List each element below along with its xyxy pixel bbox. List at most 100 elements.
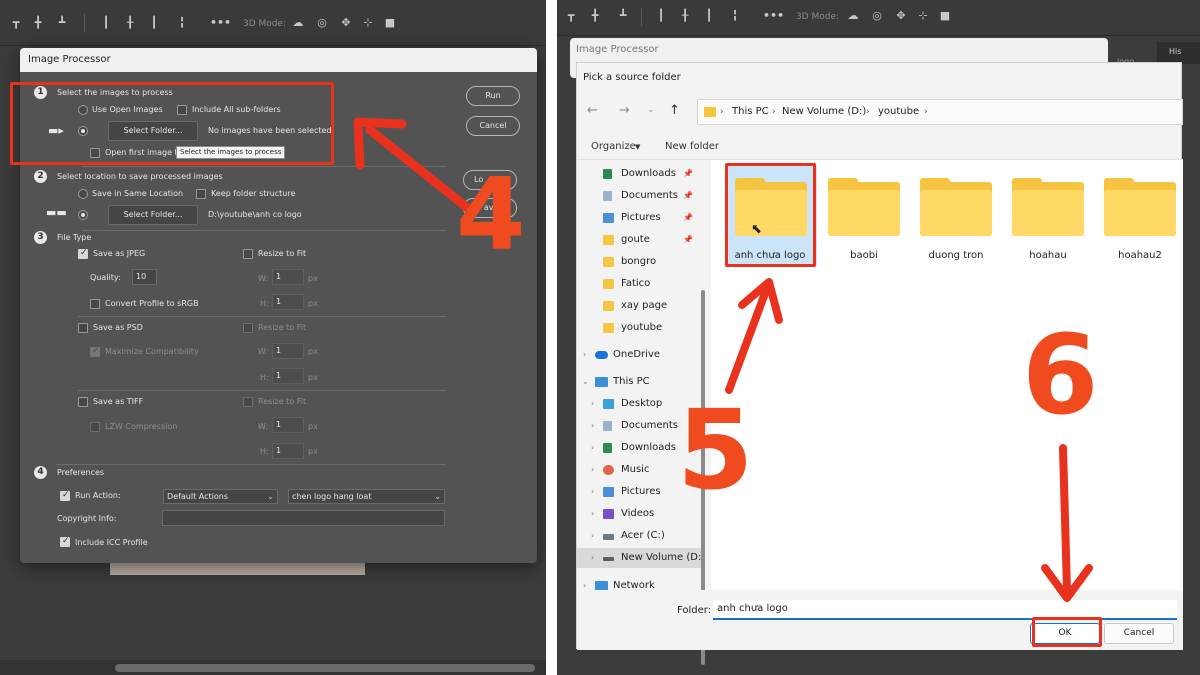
- run-action-checkbox[interactable]: [60, 490, 70, 501]
- 3d-roll-icon[interactable]: ◎: [871, 10, 883, 22]
- align-bottom-icon[interactable]: ┃: [703, 10, 715, 22]
- psd-height-input[interactable]: 1: [272, 368, 304, 384]
- save-tiff-checkbox[interactable]: [78, 397, 88, 407]
- jpeg-resize-checkbox[interactable]: [243, 249, 253, 259]
- align-top-icon[interactable]: ┃: [100, 17, 112, 29]
- align-right-icon[interactable]: ┻: [56, 17, 68, 29]
- chevron-down-icon[interactable]: ⌄: [582, 372, 589, 392]
- folder-duong-tron-icon[interactable]: [920, 178, 992, 236]
- save-same-location-radio[interactable]: [78, 189, 88, 199]
- recent-locations-icon[interactable]: ⌄: [647, 105, 655, 115]
- folder-name[interactable]: hoahau: [1003, 250, 1093, 261]
- nav-item-youtube[interactable]: youtube: [577, 318, 701, 338]
- distribute-icon[interactable]: ╏: [729, 10, 741, 22]
- max-compat-checkbox[interactable]: [90, 346, 100, 357]
- save-psd-checkbox[interactable]: [78, 323, 88, 333]
- nav-item-bongro[interactable]: bongro: [577, 252, 701, 272]
- chevron-right-icon[interactable]: ›: [591, 460, 594, 480]
- tiff-resize-checkbox[interactable]: [243, 397, 253, 407]
- pin-icon[interactable]: 📌: [683, 164, 693, 184]
- 3d-roll-icon[interactable]: ◎: [316, 17, 328, 29]
- select-output-folder-radio[interactable]: [78, 210, 88, 220]
- pin-icon[interactable]: 📌: [683, 186, 693, 206]
- forward-arrow-icon[interactable]: →: [619, 103, 630, 118]
- folder-hoahau2-icon[interactable]: [1104, 178, 1176, 236]
- more-options-icon[interactable]: •••: [210, 17, 231, 29]
- tiff-width-input[interactable]: 1: [272, 417, 304, 433]
- folder-hoahau-icon[interactable]: [1012, 178, 1084, 236]
- lzw-checkbox[interactable]: [90, 422, 100, 432]
- chevron-right-icon[interactable]: ›: [591, 416, 594, 436]
- align-center-icon[interactable]: ╋: [589, 10, 601, 22]
- align-left-icon[interactable]: ┳: [565, 10, 577, 22]
- 3d-scale-icon[interactable]: ■: [939, 10, 951, 22]
- nav-item-documents[interactable]: Documents 📌: [577, 186, 701, 206]
- align-right-icon[interactable]: ┻: [617, 10, 629, 22]
- align-middle-icon[interactable]: ╂: [679, 10, 691, 22]
- tiff-height-input[interactable]: 1: [272, 443, 304, 459]
- chevron-right-icon[interactable]: ›: [591, 438, 594, 458]
- psd-resize-checkbox[interactable]: [243, 323, 253, 333]
- cancel-button[interactable]: Cancel: [1104, 623, 1174, 644]
- nav-item-xay-page[interactable]: xay page: [577, 296, 701, 316]
- convert-srgb-checkbox[interactable]: [90, 299, 100, 309]
- chevron-right-icon[interactable]: ›: [583, 345, 586, 365]
- 3d-orbit-icon[interactable]: ☁: [292, 17, 304, 29]
- 3d-pan-icon[interactable]: ✥: [895, 10, 907, 22]
- breadcrumb-new-volume[interactable]: New Volume (D:): [782, 100, 866, 124]
- breadcrumb-this-pc[interactable]: This PC: [732, 100, 769, 124]
- pin-icon[interactable]: 📌: [683, 208, 693, 228]
- action-set-select[interactable]: Default Actions ⌄: [163, 489, 278, 504]
- nav-item-pictures[interactable]: Pictures 📌: [577, 208, 701, 228]
- keep-folder-structure-checkbox[interactable]: [196, 189, 206, 199]
- breadcrumb-youtube[interactable]: youtube: [878, 100, 919, 124]
- folder-name[interactable]: hoahau2: [1095, 250, 1185, 261]
- nav-item-downloads[interactable]: Downloads 📌: [577, 164, 701, 184]
- folder-name-input[interactable]: anh chưa logo: [713, 600, 1177, 620]
- nav-item-goute[interactable]: goute 📌: [577, 230, 701, 250]
- folder-name[interactable]: duong tron: [911, 250, 1001, 261]
- jpeg-height-input[interactable]: 1: [272, 294, 304, 310]
- 3d-slide-icon[interactable]: ⊹: [917, 10, 929, 22]
- nav-item-acer-c[interactable]: › Acer (C:): [577, 526, 701, 546]
- select-output-folder-button[interactable]: Select Folder...: [108, 205, 198, 225]
- 3d-pan-icon[interactable]: ✥: [340, 17, 352, 29]
- folder-icon: [603, 235, 614, 245]
- save-jpeg-checkbox[interactable]: [78, 248, 88, 259]
- more-options-icon[interactable]: •••: [763, 10, 784, 22]
- nav-item-fatico[interactable]: Fatico: [577, 274, 701, 294]
- jpeg-width-input[interactable]: 1: [272, 269, 304, 285]
- address-bar[interactable]: › This PC › New Volume (D:) › youtube ›: [697, 99, 1183, 125]
- action-name-select[interactable]: chen logo hang loat ⌄: [288, 489, 445, 504]
- history-panel-tab[interactable]: His: [1157, 42, 1200, 64]
- include-icc-checkbox[interactable]: [60, 536, 70, 547]
- align-middle-icon[interactable]: ╂: [124, 17, 136, 29]
- nav-item-new-volume-d[interactable]: › New Volume (D:: [577, 548, 701, 568]
- quality-input[interactable]: 10: [132, 269, 157, 285]
- chevron-right-icon[interactable]: ›: [591, 504, 594, 524]
- 3d-scale-icon[interactable]: ■: [384, 17, 396, 29]
- scrollbar-thumb[interactable]: [115, 664, 535, 672]
- align-bottom-icon[interactable]: ┃: [148, 17, 160, 29]
- chevron-right-icon[interactable]: ›: [591, 394, 594, 414]
- align-left-icon[interactable]: ┳: [10, 17, 22, 29]
- folder-baobi-icon[interactable]: [828, 178, 900, 236]
- run-button[interactable]: Run: [466, 86, 520, 106]
- 3d-orbit-icon[interactable]: ☁: [847, 10, 859, 22]
- back-arrow-icon[interactable]: ←: [587, 103, 598, 118]
- pin-icon[interactable]: 📌: [683, 230, 693, 250]
- chevron-right-icon[interactable]: ›: [591, 548, 594, 568]
- organize-menu[interactable]: Organize: [591, 141, 636, 152]
- align-center-icon[interactable]: ╋: [32, 17, 44, 29]
- align-top-icon[interactable]: ┃: [655, 10, 667, 22]
- psd-width-input[interactable]: 1: [272, 343, 304, 359]
- copyright-input[interactable]: [162, 510, 445, 526]
- up-arrow-icon[interactable]: ↑: [669, 103, 680, 118]
- chevron-right-icon[interactable]: ›: [591, 482, 594, 502]
- distribute-icon[interactable]: ╏: [176, 17, 188, 29]
- 3d-slide-icon[interactable]: ⊹: [362, 17, 374, 29]
- nav-item-onedrive[interactable]: › OneDrive: [577, 345, 701, 365]
- chevron-right-icon[interactable]: ›: [591, 526, 594, 546]
- folder-name[interactable]: baobi: [819, 250, 909, 261]
- new-folder-button[interactable]: New folder: [665, 141, 719, 152]
